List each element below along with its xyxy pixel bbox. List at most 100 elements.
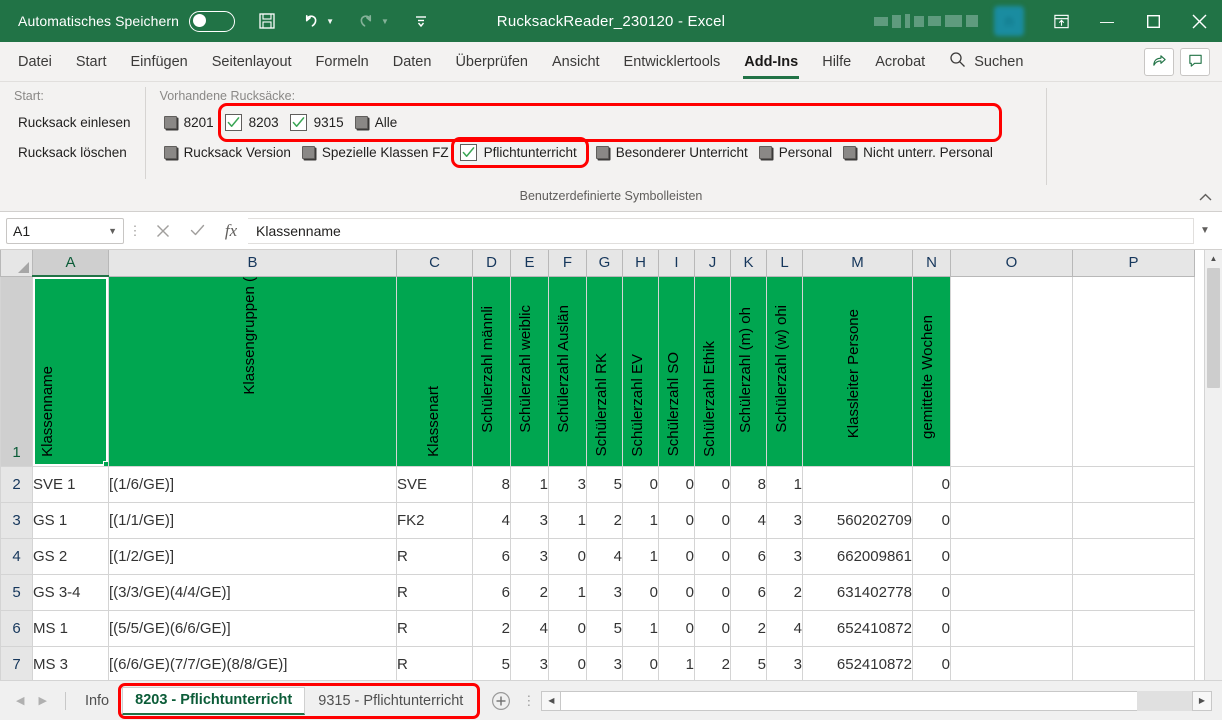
cell-C1[interactable]: Klassenart — [396, 275, 473, 467]
row-header-1[interactable]: 1 — [0, 275, 33, 467]
select-all-corner[interactable] — [0, 250, 33, 277]
column-header-J[interactable]: J — [694, 250, 731, 277]
cell-B6[interactable]: [(5/5/GE)(6/6/GE)] — [108, 609, 397, 647]
horizontal-scroll-thumb[interactable] — [561, 690, 1137, 711]
cell-O3[interactable] — [950, 501, 1073, 539]
tab-formeln[interactable]: Formeln — [304, 42, 381, 82]
column-header-D[interactable]: D — [472, 250, 511, 277]
chevron-right-icon[interactable]: ▶ — [38, 694, 46, 707]
close-button[interactable] — [1176, 0, 1222, 42]
column-header-L[interactable]: L — [766, 250, 803, 277]
cell-A7[interactable]: MS 3 — [32, 645, 109, 680]
tab-ansicht[interactable]: Ansicht — [540, 42, 612, 82]
cell-K5[interactable]: 6 — [730, 573, 767, 611]
cell-J1[interactable]: Schülerzahl Ethik — [694, 275, 731, 467]
checkbox-9315[interactable]: 9315 — [286, 112, 351, 133]
cell-A5[interactable]: GS 3-4 — [32, 573, 109, 611]
cell-G6[interactable]: 5 — [586, 609, 623, 647]
cell-G1[interactable]: Schülerzahl RK — [586, 275, 623, 467]
cell-C7[interactable]: R — [396, 645, 473, 680]
checkbox-besonderer-unterricht[interactable]: Besonderer Unterricht — [592, 143, 755, 162]
cell-P5[interactable] — [1072, 573, 1195, 611]
scroll-up-icon[interactable]: ▲ — [1205, 250, 1222, 267]
checkbox-nicht-unterr-personal[interactable]: Nicht unterr. Personal — [839, 143, 1000, 162]
column-header-C[interactable]: C — [396, 250, 473, 277]
save-icon[interactable] — [255, 9, 279, 33]
autosave-toggle[interactable] — [189, 10, 236, 32]
cell-M2[interactable] — [802, 465, 913, 503]
cell-J2[interactable]: 0 — [694, 465, 731, 503]
sheet-tab-info[interactable]: Info — [72, 687, 122, 715]
tab-seitenlayout[interactable]: Seitenlayout — [200, 42, 304, 82]
rucksack-einlesen-button[interactable]: Rucksack einlesen — [14, 113, 135, 132]
sheet-tab-8203-pflichtunterricht[interactable]: 8203 - Pflichtunterricht — [122, 686, 306, 715]
cell-D2[interactable]: 8 — [472, 465, 511, 503]
avatar[interactable]: n — [994, 6, 1024, 36]
cell-I3[interactable]: 0 — [658, 501, 695, 539]
tab-daten[interactable]: Daten — [381, 42, 444, 82]
cell-C2[interactable]: SVE — [396, 465, 473, 503]
caret-right-icon[interactable]: ▶ — [1192, 690, 1212, 711]
search-box[interactable]: Suchen — [949, 51, 1023, 72]
cell-N3[interactable]: 0 — [912, 501, 951, 539]
cell-P2[interactable] — [1072, 465, 1195, 503]
cell-B5[interactable]: [(3/3/GE)(4/4/GE)] — [108, 573, 397, 611]
cell-C6[interactable]: R — [396, 609, 473, 647]
chevron-down-icon[interactable]: ▼ — [108, 226, 117, 236]
cell-A2[interactable]: SVE 1 — [32, 465, 109, 503]
cell-O1[interactable] — [950, 275, 1073, 467]
cell-I4[interactable]: 0 — [658, 537, 695, 575]
cell-G5[interactable]: 3 — [586, 573, 623, 611]
cell-A4[interactable]: GS 2 — [32, 537, 109, 575]
cell-H1[interactable]: Schülerzahl EV — [622, 275, 659, 467]
cell-G4[interactable]: 4 — [586, 537, 623, 575]
cell-M3[interactable]: 560202709 — [802, 501, 913, 539]
cell-M4[interactable]: 662009861 — [802, 537, 913, 575]
cell-J6[interactable]: 0 — [694, 609, 731, 647]
minimize-button[interactable]: — — [1084, 0, 1130, 42]
cell-I5[interactable]: 0 — [658, 573, 695, 611]
cell-B7[interactable]: [(6/6/GE)(7/7/GE)(8/8/GE)] — [108, 645, 397, 680]
cell-E5[interactable]: 2 — [510, 573, 549, 611]
cell-E7[interactable]: 3 — [510, 645, 549, 680]
cell-P7[interactable] — [1072, 645, 1195, 680]
column-header-K[interactable]: K — [730, 250, 767, 277]
tab-einfuegen[interactable]: Einfügen — [118, 42, 199, 82]
checkbox-8203[interactable]: 8203 — [221, 112, 286, 133]
share-button[interactable] — [1144, 47, 1174, 76]
checkbox-spezielle-klassen-fz[interactable]: Spezielle Klassen FZ — [298, 143, 456, 162]
cell-I2[interactable]: 0 — [658, 465, 695, 503]
column-header-P[interactable]: P — [1072, 250, 1195, 277]
column-header-H[interactable]: H — [622, 250, 659, 277]
cell-N1[interactable]: gemittelte Wochen — [912, 275, 951, 467]
cell-A3[interactable]: GS 1 — [32, 501, 109, 539]
cell-N6[interactable]: 0 — [912, 609, 951, 647]
checkbox-8201[interactable]: 8201 — [160, 113, 221, 132]
cell-B2[interactable]: [(1/6/GE)] — [108, 465, 397, 503]
cell-I6[interactable]: 0 — [658, 609, 695, 647]
column-header-B[interactable]: B — [108, 250, 397, 277]
cell-L4[interactable]: 3 — [766, 537, 803, 575]
cell-N5[interactable]: 0 — [912, 573, 951, 611]
tab-entwicklertools[interactable]: Entwicklertools — [612, 42, 733, 82]
cell-M1[interactable]: Klassleiter Persone — [802, 275, 913, 467]
vertical-scroll-thumb[interactable] — [1207, 268, 1220, 388]
undo-icon[interactable] — [299, 9, 323, 33]
cell-H7[interactable]: 0 — [622, 645, 659, 680]
cell-D6[interactable]: 2 — [472, 609, 511, 647]
cell-N7[interactable]: 0 — [912, 645, 951, 680]
cell-D1[interactable]: Schülerzahl männli — [472, 275, 511, 467]
quick-access-more-icon[interactable] — [409, 9, 433, 33]
checkbox-alle[interactable]: Alle — [351, 113, 405, 132]
cell-P1[interactable] — [1072, 275, 1195, 467]
cell-J4[interactable]: 0 — [694, 537, 731, 575]
cell-G2[interactable]: 5 — [586, 465, 623, 503]
tab-ueberpruefen[interactable]: Überprüfen — [443, 42, 540, 82]
formula-input[interactable]: Klassenname — [248, 217, 1194, 244]
cell-G7[interactable]: 3 — [586, 645, 623, 680]
kebab-icon[interactable]: ⋮ — [522, 693, 535, 709]
row-header-6[interactable]: 6 — [0, 609, 33, 647]
checkbox-personal[interactable]: Personal — [755, 143, 839, 162]
row-header-4[interactable]: 4 — [0, 537, 33, 575]
cell-K2[interactable]: 8 — [730, 465, 767, 503]
